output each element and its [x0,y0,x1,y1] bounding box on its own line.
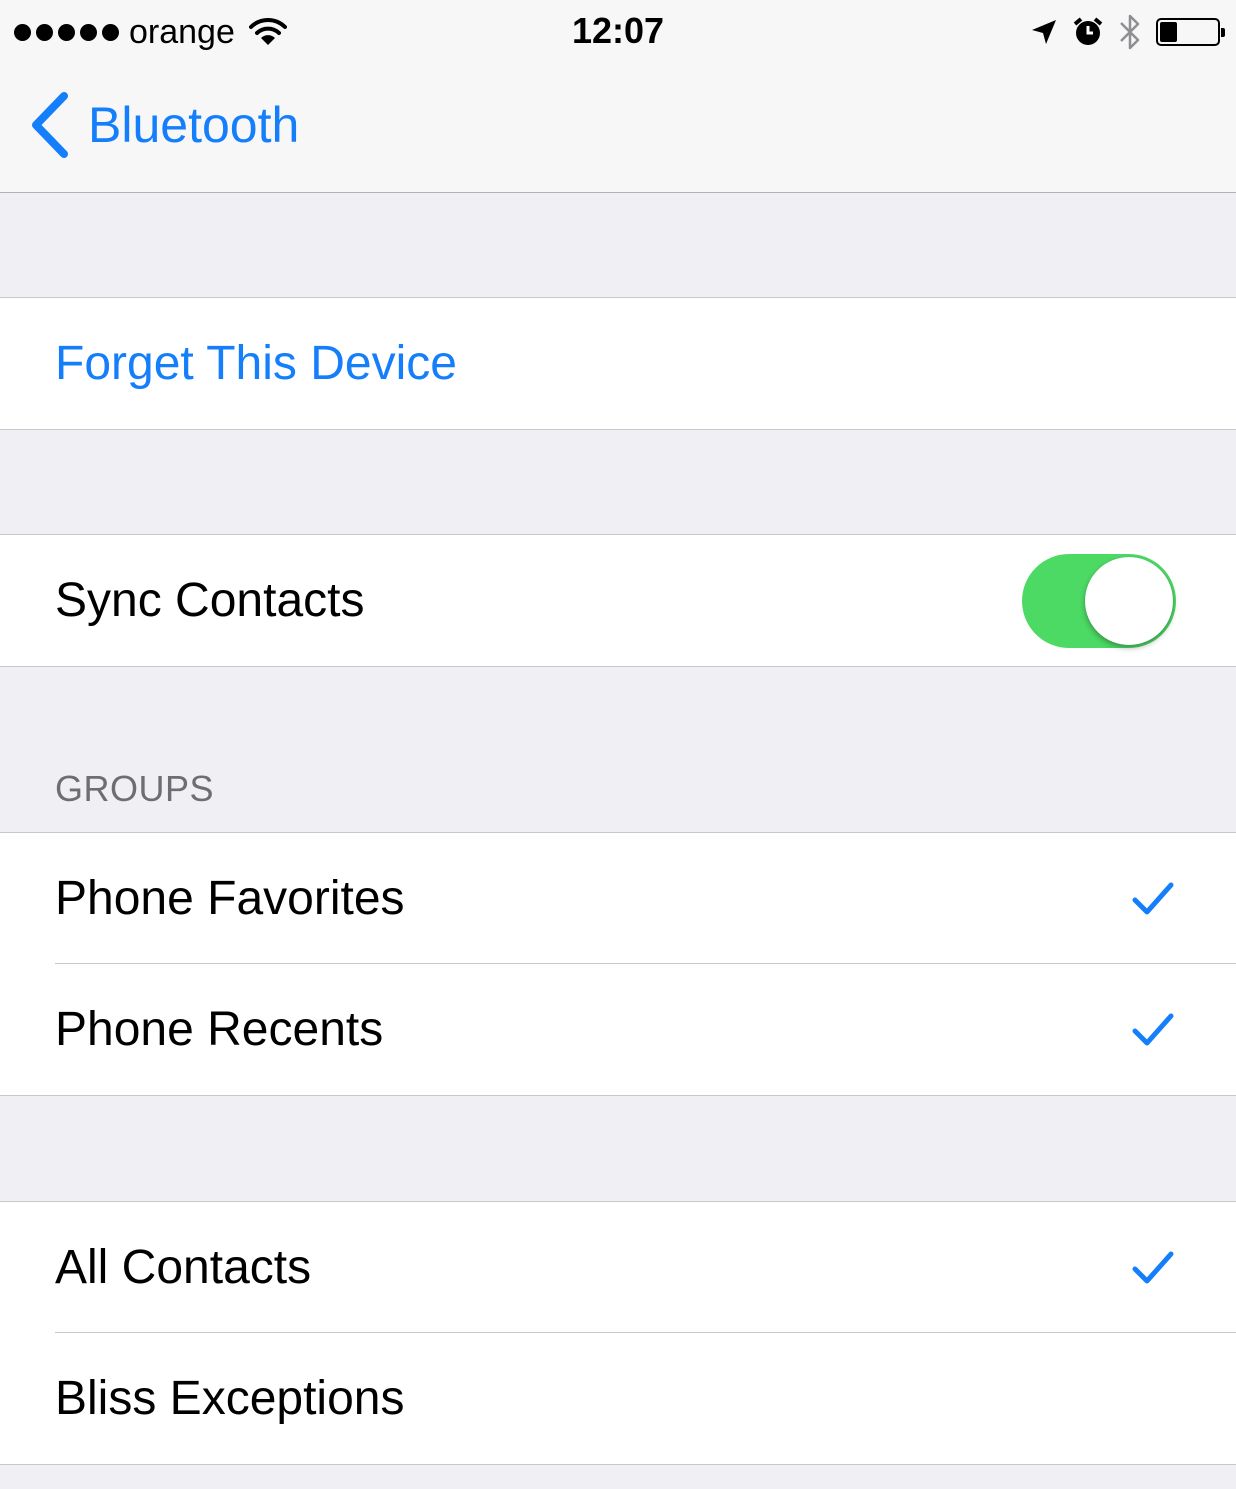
checkmark-icon [1132,1013,1174,1045]
bluetooth-icon [1120,14,1140,50]
battery-level [1160,22,1177,42]
list-item-label: Phone Favorites [55,872,405,925]
toggle-knob [1085,556,1173,645]
location-arrow-icon [1032,20,1056,44]
list-item-label: All Contacts [55,1241,312,1294]
list-item-label: Phone Recents [55,1003,384,1056]
status-bar: orange 12:07 [0,0,1236,64]
list-item-label: Bliss Exceptions [55,1372,405,1425]
checkmark-icon [1132,1251,1174,1283]
sync-contacts-row: Sync Contacts [0,535,1236,666]
battery-icon [1156,18,1225,46]
navigation-bar: Bluetooth [0,64,1236,193]
groups-section-header: GROUPS [55,768,215,809]
alarm-clock-icon [1073,17,1103,45]
chevron-left-icon [32,92,68,158]
forget-device-label: Forget This Device [55,337,457,390]
forget-device-button[interactable]: Forget This Device [0,298,1236,429]
forget-device-group: Forget This Device [0,297,1236,430]
status-right [1030,12,1225,52]
group-item-phone-recents[interactable]: Phone Recents [0,963,1236,1095]
checkmark-icon [1132,882,1174,914]
sync-contacts-label: Sync Contacts [55,574,365,627]
sync-contacts-toggle[interactable] [1022,553,1176,648]
contacts-item-all-contacts[interactable]: All Contacts [0,1202,1236,1333]
battery-nub [1221,28,1225,37]
group-item-phone-favorites[interactable]: Phone Favorites [0,833,1236,964]
back-button[interactable]: Bluetooth [28,92,299,158]
contacts-item-bliss-exceptions[interactable]: Bliss Exceptions [0,1332,1236,1464]
sync-contacts-group: Sync Contacts [0,534,1236,667]
groups-list: Phone Favorites Phone Recents [0,832,1236,1096]
back-button-label: Bluetooth [88,97,300,153]
contacts-list: All Contacts Bliss Exceptions [0,1201,1236,1465]
